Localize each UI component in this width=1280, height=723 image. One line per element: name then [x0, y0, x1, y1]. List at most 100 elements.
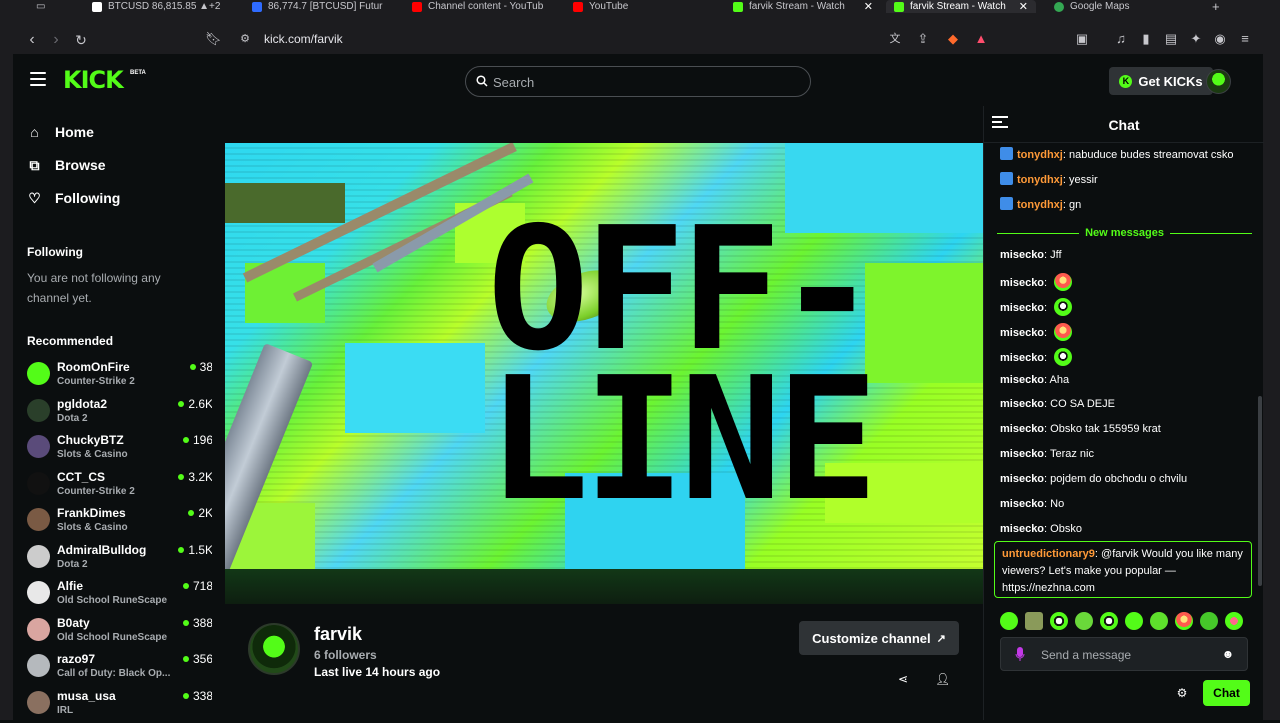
emote-icon[interactable] [1150, 612, 1168, 630]
translate-icon[interactable]: 文 [887, 31, 903, 47]
tab-farvik-1[interactable]: farvik Stream - Watch ✕ [733, 0, 873, 13]
chat-username[interactable]: misecko [1000, 374, 1044, 386]
emote-icon[interactable] [1054, 297, 1073, 316]
bookmark-icon[interactable]: 🔖︎ [205, 31, 222, 47]
chat-username[interactable]: misecko [1000, 423, 1044, 435]
chat-input-box[interactable]: ☻ [1000, 637, 1248, 671]
nav-following[interactable]: ♡ Following [27, 187, 120, 209]
chat-username[interactable]: misecko [1000, 249, 1044, 261]
channel-name[interactable]: farvik [314, 624, 362, 645]
search-input[interactable] [493, 73, 793, 91]
chat-message[interactable]: misecko: pojdem do obchodu o chvilu [1000, 472, 1255, 486]
highlighted-message[interactable]: untruedictionary9: @farvik Would you lik… [994, 541, 1252, 598]
chat-username[interactable]: misecko [1000, 277, 1044, 289]
tab-btcusd-futures[interactable]: 86,774.7 [BTCUSD] Futur [252, 0, 392, 13]
recommended-channel[interactable]: musa_usa IRL 338 [27, 689, 213, 723]
tab-channel-content[interactable]: Channel content - YouTub [412, 0, 552, 13]
close-tab-icon[interactable]: ✕ [1019, 1, 1028, 13]
emote-icon[interactable] [1025, 612, 1043, 630]
chat-username[interactable]: misecko [1000, 352, 1044, 364]
media-icon[interactable]: ♫ [1113, 31, 1129, 47]
user-avatar[interactable] [1206, 69, 1231, 94]
emote-icon[interactable] [1100, 612, 1118, 630]
share-icon[interactable]: ⇪ [915, 31, 931, 47]
emote-icon[interactable] [1000, 612, 1018, 630]
new-tab-icon[interactable]: + [1212, 0, 1226, 13]
video-player[interactable]: OFF- LINE [225, 106, 983, 604]
reload-icon[interactable]: ↻ [71, 30, 91, 50]
tab-youtube[interactable]: YouTube [573, 0, 713, 13]
chat-settings-gear-icon[interactable]: ⚙ [1175, 686, 1189, 700]
chat-message[interactable]: tonydhxj: nabuduce budes streamovat csko [1000, 147, 1255, 162]
emote-icon[interactable] [1054, 272, 1073, 291]
hamburger-menu-icon[interactable] [30, 72, 46, 86]
channel-avatar[interactable] [248, 623, 300, 675]
microphone-icon[interactable] [1015, 647, 1025, 662]
recommended-channel[interactable]: CCT_CS Counter-Strike 2 3.2K [27, 470, 213, 504]
leo-ai-icon[interactable]: ✦ [1188, 31, 1204, 47]
brave-shield-icon[interactable]: ◆ [945, 31, 961, 47]
recommended-channel[interactable]: B0aty Old School RuneScape 388 [27, 616, 213, 650]
customize-channel-button[interactable]: Customize channel ↗ [799, 621, 959, 655]
kick-logo[interactable]: KICK [63, 67, 124, 93]
emote-icon[interactable] [1225, 612, 1243, 630]
chat-username[interactable]: misecko [1000, 448, 1044, 460]
share-icon[interactable]: ⋖ [896, 672, 910, 686]
get-kicks-button[interactable]: K Get KICKs [1109, 67, 1213, 95]
chat-message[interactable]: misecko: [1000, 272, 1255, 291]
recommended-channel[interactable]: RoomOnFire Counter-Strike 2 38 [27, 360, 213, 394]
emote-icon[interactable] [1075, 612, 1093, 630]
url-text[interactable]: kick.com/farvik [264, 32, 343, 46]
chat-username[interactable]: misecko [1000, 327, 1044, 339]
chat-username[interactable]: misecko [1000, 473, 1044, 485]
search-box[interactable] [465, 66, 811, 97]
chat-message[interactable]: misecko: Obsko [1000, 522, 1255, 536]
wallet-icon[interactable]: ▤ [1163, 31, 1179, 47]
chat-message[interactable]: misecko: No [1000, 497, 1255, 511]
menu-icon[interactable]: ≡ [1237, 31, 1253, 47]
close-tab-icon[interactable]: ✕ [864, 1, 873, 13]
recommended-channel[interactable]: ChuckyBTZ Slots & Casino 196 [27, 433, 213, 467]
chat-message-input[interactable] [1041, 646, 1211, 664]
site-settings-icon[interactable]: ⚙ [237, 31, 253, 47]
recommended-channel[interactable]: AdmiralBulldog Dota 2 1.5K [27, 543, 213, 577]
forward-icon[interactable]: › [46, 30, 66, 50]
vpn-icon[interactable]: ◉ [1212, 31, 1228, 47]
nav-browse[interactable]: ⧉ Browse [27, 154, 106, 176]
chat-username[interactable]: misecko [1000, 398, 1044, 410]
chat-username[interactable]: misecko [1000, 302, 1044, 314]
chat-username[interactable]: misecko [1000, 523, 1044, 535]
back-icon[interactable]: ‹ [22, 30, 42, 50]
tab-btcusd[interactable]: BTCUSD 86,815.85 ▲+2 [92, 0, 232, 13]
chat-message[interactable]: tonydhxj: yessir [1000, 172, 1255, 187]
emote-icon[interactable] [1125, 612, 1143, 630]
recommended-channel[interactable]: pgldota2 Dota 2 2.6K [27, 397, 213, 431]
chat-message[interactable]: misecko: [1000, 322, 1255, 341]
emote-icon[interactable] [1050, 612, 1068, 630]
emoji-picker-icon[interactable]: ☻ [1221, 647, 1235, 661]
chat-message[interactable]: misecko: Obsko tak 155959 krat [1000, 422, 1255, 436]
emote-icon[interactable] [1054, 322, 1073, 341]
emote-icon[interactable] [1200, 612, 1218, 630]
chat-message[interactable]: misecko: [1000, 297, 1255, 316]
chat-message[interactable]: misecko: [1000, 347, 1255, 366]
recommended-channel[interactable]: razo97 Call of Duty: Black Op... 356 [27, 652, 213, 686]
nav-home[interactable]: ⌂ Home [27, 121, 94, 143]
user-options-icon[interactable]: 👤︎ [935, 672, 950, 686]
recommended-channel[interactable]: Alfie Old School RuneScape 718 [27, 579, 213, 613]
extensions-icon[interactable]: ▣ [1074, 31, 1090, 47]
chat-scrollbar[interactable] [1258, 396, 1262, 586]
sidebar-panel-icon[interactable]: ▮ [1138, 31, 1154, 47]
brave-rewards-icon[interactable]: ▲ [973, 31, 989, 47]
emote-icon[interactable] [1054, 347, 1073, 366]
tab-google-maps[interactable]: Google Maps [1054, 0, 1194, 13]
chat-message[interactable]: misecko: Aha [1000, 373, 1255, 387]
recommended-channel[interactable]: FrankDimes Slots & Casino 2K [27, 506, 213, 540]
tab-farvik-active[interactable]: farvik Stream - Watch ✕ [886, 0, 1036, 13]
new-messages-divider[interactable]: New messages [997, 226, 1253, 240]
chat-message[interactable]: misecko: Teraz nic [1000, 447, 1255, 461]
chat-username[interactable]: misecko [1000, 498, 1044, 510]
sidebar-toggle-icon[interactable]: ▭ [36, 0, 48, 13]
chat-message[interactable]: misecko: CO SA DEJE [1000, 397, 1255, 411]
chat-message[interactable]: tonydhxj: gn [1000, 197, 1255, 212]
